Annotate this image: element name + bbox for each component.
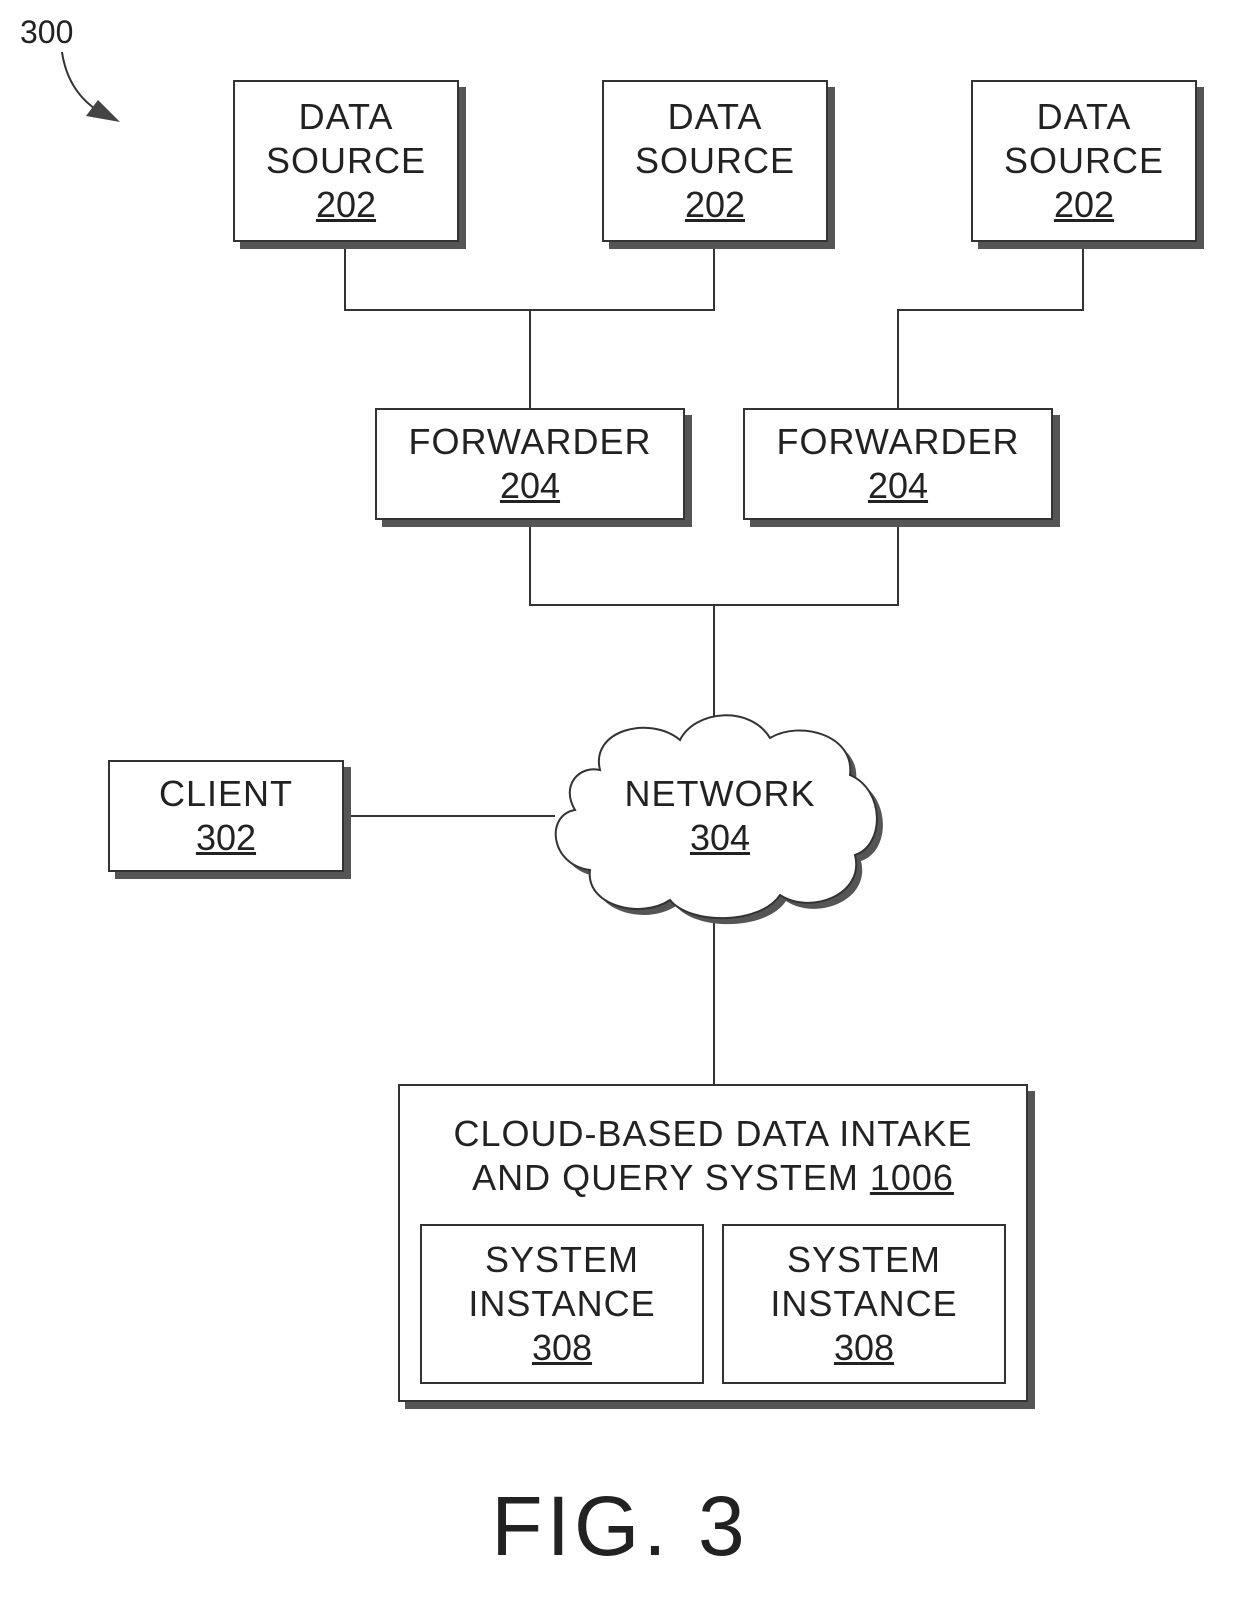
system-instance-box: SYSTEM INSTANCE 308 [722,1224,1006,1384]
client-label: CLIENT [158,773,294,814]
system-instance-ref: 308 [531,1327,593,1368]
figure-arrow-icon [61,51,101,113]
network-text: NETWORK 304 [600,772,840,860]
cloud-system-ref: 1006 [869,1157,954,1198]
system-instance-label: SYSTEM [786,1239,942,1280]
data-source-box: DATA SOURCE 202 [971,80,1197,242]
client-ref: 302 [195,817,257,858]
network-ref: 304 [689,817,751,858]
figure-arrowhead-icon [86,100,120,122]
data-source-label: SOURCE [265,140,427,181]
connector-ds2-fwd1 [530,245,715,311]
data-source-label: SOURCE [1003,140,1165,181]
cloud-system-label-text: AND QUERY SYSTEM [472,1157,859,1198]
forwarder-label: FORWARDER [776,421,1020,462]
system-instance-label: INSTANCE [770,1283,958,1324]
connector-fwd-network [529,527,899,606]
cloud-system-label-line2: AND QUERY SYSTEM 1006 [472,1156,954,1200]
network-label: NETWORK [624,773,816,814]
connector-ds1-fwd1 [344,245,531,408]
forwarder-ref: 204 [499,465,561,506]
forwarder-ref: 204 [867,465,929,506]
data-source-ref: 202 [315,184,377,225]
forwarder-box: FORWARDER 204 [743,408,1053,520]
system-instance-box: SYSTEM INSTANCE 308 [420,1224,704,1384]
data-source-label: DATA [298,96,394,137]
client-box: CLIENT 302 [108,760,344,872]
data-source-ref: 202 [1053,184,1115,225]
data-source-label: SOURCE [634,140,796,181]
data-source-ref: 202 [684,184,746,225]
forwarder-label: FORWARDER [408,421,652,462]
system-instance-label: INSTANCE [468,1283,656,1324]
data-source-box: DATA SOURCE 202 [602,80,828,242]
data-source-box: DATA SOURCE 202 [233,80,459,242]
system-instance-ref: 308 [833,1327,895,1368]
data-source-label: DATA [667,96,763,137]
system-instance-label: SYSTEM [484,1239,640,1280]
figure-caption: FIG. 3 [491,1479,749,1573]
cloud-system-label: CLOUD-BASED DATA INTAKE [453,1113,973,1154]
forwarder-box: FORWARDER 204 [375,408,685,520]
data-source-label: DATA [1036,96,1132,137]
figure-number: 300 [20,14,74,50]
connector-ds3-fwd2 [897,245,1084,408]
